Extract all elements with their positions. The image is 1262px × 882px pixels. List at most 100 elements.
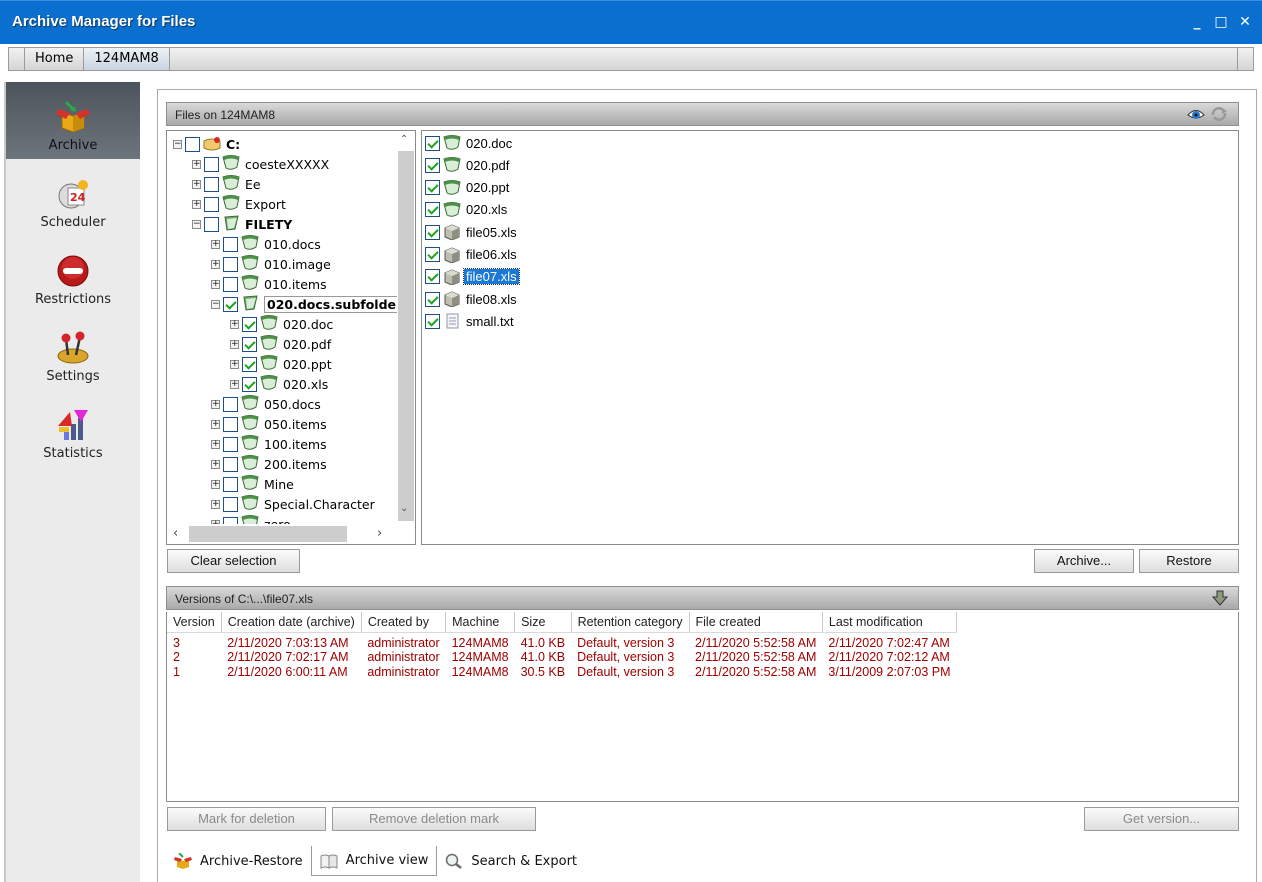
tree-node-checkbox[interactable] [242,356,257,372]
tree-node-label[interactable]: 010.items [264,277,327,292]
clear-selection-button[interactable]: Clear selection [167,549,300,573]
file-list-item[interactable]: 020.doc [425,133,514,153]
file-list-item[interactable]: file06.xls [425,245,519,265]
tree-node[interactable]: +050.docs [211,394,321,414]
tree-node-label[interactable]: Special.Character [264,497,375,512]
file-list-item[interactable]: 020.xls [425,200,509,220]
scroll-right-icon[interactable]: › [377,526,382,541]
remove-deletion-mark-button[interactable]: Remove deletion mark [332,807,536,831]
tree-node-checkbox[interactable] [223,236,238,252]
tree-node[interactable]: − C: [173,134,240,154]
tree-node-label[interactable]: 100.items [264,437,327,452]
column-header[interactable]: Created by [361,612,447,633]
tree-node[interactable]: + Export [192,194,286,214]
file-list-item[interactable]: file08.xls [425,289,519,309]
tree-node[interactable]: +020.ppt [230,354,332,374]
file-checkbox[interactable] [425,135,440,151]
expand-icon[interactable]: + [192,199,201,209]
file-checkbox[interactable] [425,313,440,329]
tree-node[interactable]: +010.image [211,254,331,274]
expand-icon[interactable]: + [192,179,201,189]
file-name[interactable]: file08.xls [464,292,519,307]
get-version-button[interactable]: Get version... [1084,807,1239,831]
restore-button[interactable]: Restore [1139,549,1239,573]
tree-node[interactable]: +010.items [211,274,327,294]
close-button[interactable]: ✕ [1238,14,1252,30]
tree-node-checkbox[interactable] [242,376,257,392]
tree-node-checkbox[interactable] [223,256,238,272]
expand-icon[interactable]: + [211,499,220,509]
tree-node[interactable]: + Mine [211,474,294,494]
tree-node-checkbox[interactable] [223,416,238,432]
tree-node-label[interactable]: 010.image [264,257,331,272]
tree-node-label[interactable]: 200.items [264,457,327,472]
tree-node-label[interactable]: Mine [264,477,294,492]
expand-icon[interactable]: + [230,359,239,369]
tree-node-checkbox[interactable] [223,456,238,472]
version-row[interactable]: 1 2/11/2020 6:00:11 AM administrator 124MAM… [167,665,957,680]
file-checkbox[interactable] [425,157,440,173]
maximize-button[interactable]: □ [1214,14,1228,30]
expand-icon[interactable]: + [230,319,239,329]
file-checkbox[interactable] [425,224,440,240]
expand-icon[interactable]: + [230,339,239,349]
tab-search-export[interactable]: Search & Export [437,846,585,876]
sidebar-item-restrictions[interactable]: Restrictions [6,236,140,313]
collapse-icon[interactable]: − [192,219,201,229]
tree-node-label[interactable]: FILETY [245,217,292,232]
column-header[interactable]: Creation date (archive) [221,612,362,633]
file-checkbox[interactable] [425,180,440,196]
tree-node[interactable]: +020.doc [230,314,333,334]
tree-horizontal-scrollbar[interactable]: ‹ › [167,524,415,544]
tree-node[interactable]: +200.items [211,454,327,474]
file-checkbox[interactable] [425,202,440,218]
file-name[interactable]: 020.doc [464,136,514,151]
column-header[interactable]: File created [689,612,823,633]
tree-node[interactable]: +010.docs [211,234,321,254]
tree-node-checkbox[interactable] [242,336,257,352]
tree-node-checkbox[interactable] [223,396,238,412]
tree-vertical-scrollbar[interactable]: ⌃ ⌄ [397,131,415,526]
scroll-up-icon[interactable]: ⌃ [400,134,408,145]
tree-node-checkbox[interactable] [204,176,219,192]
column-header[interactable]: Version [167,612,222,633]
refresh-icon[interactable] [1210,106,1228,122]
tree-node-label[interactable]: Export [245,197,286,212]
tree-node-checkbox[interactable] [204,156,219,172]
tree-node-label[interactable]: 020.docs.subfolde [264,295,399,313]
tree-node-checkbox[interactable] [185,136,200,152]
tree-node-checkbox[interactable] [223,436,238,452]
scroll-thumb[interactable] [189,526,347,542]
tab-archive-view[interactable]: Archive view [310,846,438,876]
column-header[interactable]: Last modification [822,612,958,633]
collapse-icon[interactable]: − [173,139,182,149]
tree-node-label[interactable]: 020.doc [283,317,333,332]
expand-icon[interactable]: + [211,399,220,409]
tree-node-label[interactable]: 020.pdf [283,337,331,352]
breadcrumb-machine[interactable]: 124MAM8 [84,48,170,70]
breadcrumb-home[interactable]: Home [25,48,85,70]
tree-node[interactable]: +020.pdf [230,334,331,354]
file-list-item[interactable]: small.txt [425,311,516,331]
scroll-down-icon[interactable]: ⌄ [400,503,408,514]
version-row[interactable]: 3 2/11/2020 7:03:13 AM administrator 124MAM… [167,632,957,650]
file-name[interactable]: file06.xls [464,247,519,262]
file-name[interactable]: 020.pdf [464,158,511,173]
expand-icon[interactable]: + [211,259,220,269]
mark-for-deletion-button[interactable]: Mark for deletion [167,807,326,831]
tree-node-label[interactable]: C: [226,137,240,152]
expand-icon[interactable]: + [211,419,220,429]
tree-node-label[interactable]: 050.docs [264,397,321,412]
sidebar-item-settings[interactable]: Settings [6,313,140,390]
tree-node[interactable]: +100.items [211,434,327,454]
scroll-thumb[interactable] [398,151,414,521]
tree-node[interactable]: + Special.Character [211,494,375,514]
scroll-left-icon[interactable]: ‹ [173,526,178,541]
tree-node-label[interactable]: coesteXXXXX [245,157,329,172]
sidebar-item-statistics[interactable]: Statistics [6,390,140,467]
file-name[interactable]: small.txt [464,314,516,329]
tree-node-label[interactable]: 020.ppt [283,357,332,372]
tree-node[interactable]: + Ee [192,174,261,194]
column-header[interactable]: Machine [445,612,516,633]
expand-icon[interactable]: + [211,459,220,469]
